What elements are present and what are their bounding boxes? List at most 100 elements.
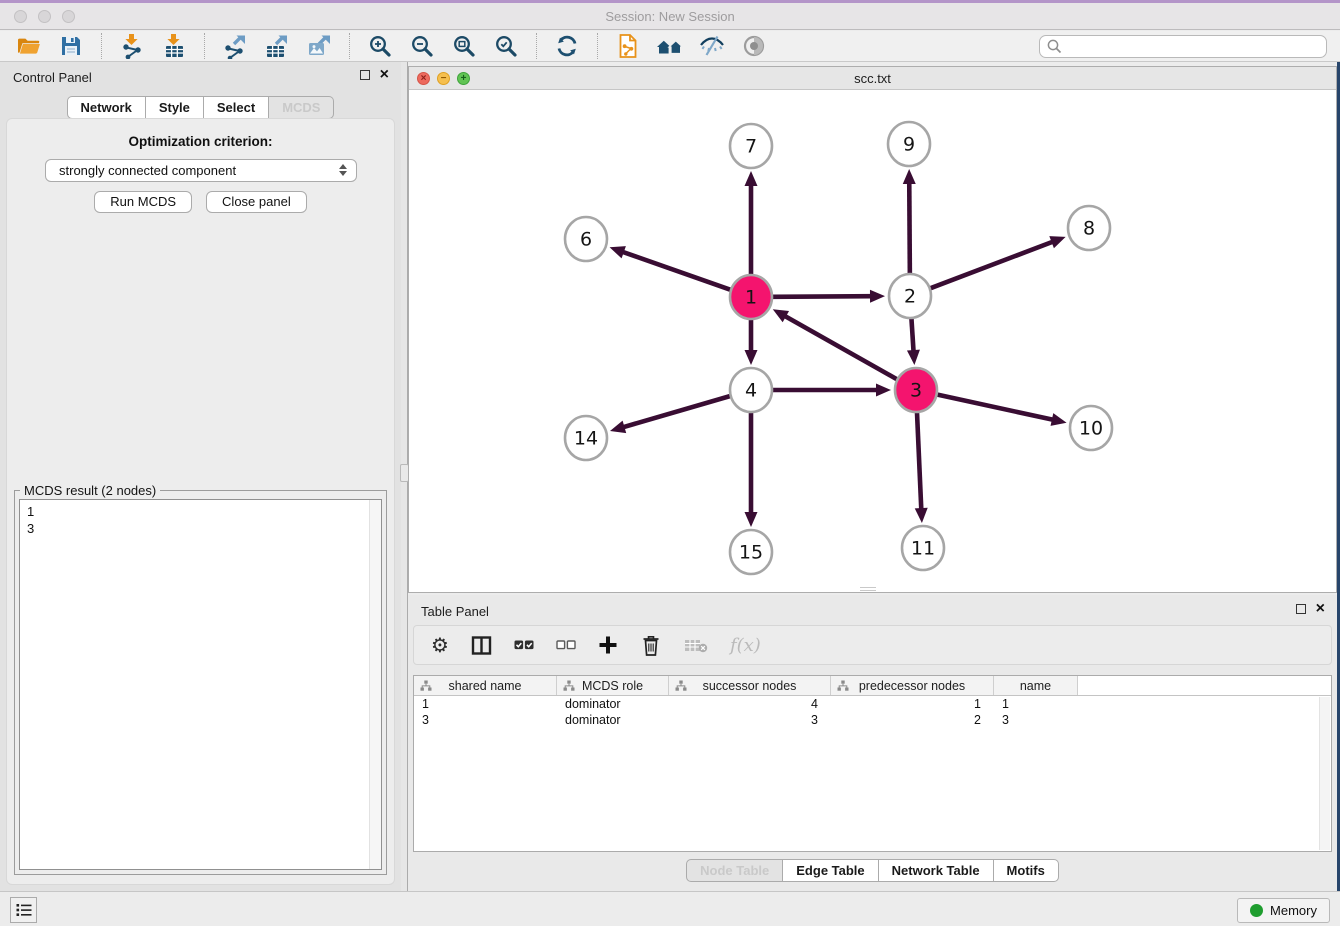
table-tabs: Node TableEdge TableNetwork TableMotifs <box>408 859 1337 882</box>
tab-network[interactable]: Network <box>67 96 146 119</box>
graph-edge-3-10[interactable] <box>937 395 1054 420</box>
open-session-button[interactable] <box>14 32 44 60</box>
toolbar-search-field[interactable] <box>1039 35 1327 58</box>
column-header-successor-nodes[interactable]: successor nodes <box>669 676 831 695</box>
open-folder-icon <box>16 33 42 59</box>
graph-node-1[interactable]: 1 <box>730 275 772 319</box>
task-history-button[interactable] <box>10 897 37 923</box>
node-label: 4 <box>745 380 757 402</box>
column-header-name[interactable]: name <box>994 676 1078 695</box>
graph-node-3[interactable]: 3 <box>895 368 937 412</box>
homes-icon <box>656 34 684 58</box>
delete-columns-button[interactable] <box>640 634 662 657</box>
tab-network-table[interactable]: Network Table <box>879 859 994 882</box>
tab-style[interactable]: Style <box>146 96 204 119</box>
vertical-splitter[interactable] <box>401 62 408 891</box>
zoom-in-button[interactable] <box>365 32 395 60</box>
column-header-shared-name[interactable]: shared name <box>414 676 557 695</box>
graph-node-9[interactable]: 9 <box>888 122 930 166</box>
run-mcds-button[interactable]: Run MCDS <box>94 191 192 213</box>
table-panel-float-icon[interactable] <box>1296 604 1306 614</box>
cell-successor-nodes[interactable]: 3 <box>669 712 831 728</box>
tab-select[interactable]: Select <box>204 96 269 119</box>
cell-MCDS-role[interactable]: dominator <box>557 696 669 712</box>
graph-node-4[interactable]: 4 <box>730 368 772 412</box>
import-table-button[interactable] <box>159 32 189 60</box>
node-label: 1 <box>745 287 757 309</box>
delete-table-button[interactable] <box>684 637 708 654</box>
graph-edge-1-6[interactable] <box>621 251 730 289</box>
criterion-dropdown[interactable]: strongly connected component <box>45 159 357 182</box>
memory-label: Memory <box>1270 903 1317 918</box>
hide-selected-button[interactable] <box>697 32 727 60</box>
add-column-button[interactable] <box>598 635 618 655</box>
close-panel-button[interactable]: Close panel <box>206 191 307 213</box>
import-network-button[interactable] <box>117 32 147 60</box>
graph-edge-4-14[interactable] <box>622 396 730 428</box>
show-columns-button[interactable] <box>471 635 492 656</box>
memory-button[interactable]: Memory <box>1237 898 1330 923</box>
zoom-fit-button[interactable] <box>449 32 479 60</box>
graph-node-15[interactable]: 15 <box>730 530 772 574</box>
canvas-resize-grip[interactable] <box>860 587 876 591</box>
graph-node-8[interactable]: 8 <box>1068 206 1110 250</box>
mcds-result-line: 1 <box>27 503 374 520</box>
column-header-MCDS-role[interactable]: MCDS role <box>557 676 669 695</box>
graph-edge-2-9[interactable] <box>909 181 910 274</box>
show-all-button[interactable] <box>739 32 769 60</box>
cell-shared-name[interactable]: 1 <box>414 696 557 712</box>
graph-node-6[interactable]: 6 <box>565 217 607 261</box>
tab-node-table[interactable]: Node Table <box>686 859 783 882</box>
graph-node-10[interactable]: 10 <box>1070 406 1112 450</box>
cell-name[interactable]: 1 <box>994 696 1078 712</box>
function-builder-button[interactable]: f(x) <box>730 635 761 656</box>
cell-shared-name[interactable]: 3 <box>414 712 557 728</box>
homes-button[interactable] <box>655 32 685 60</box>
tab-mcds[interactable]: MCDS <box>269 96 334 119</box>
zoom-out-button[interactable] <box>407 32 437 60</box>
column-header-predecessor-nodes[interactable]: predecessor nodes <box>831 676 994 695</box>
select-all-rows-button[interactable] <box>514 638 534 652</box>
new-network-from-selection-button[interactable] <box>613 32 643 60</box>
network-canvas[interactable]: 1 2 3 4 6 7 8 9 10 11 14 15 <box>409 90 1336 592</box>
tab-motifs[interactable]: Motifs <box>994 859 1059 882</box>
mcds-result-text[interactable]: 13 <box>19 499 382 870</box>
export-table-button[interactable] <box>262 32 292 60</box>
cell-predecessor-nodes[interactable]: 2 <box>831 712 994 728</box>
import-network-icon <box>119 33 145 59</box>
network-window-titlebar[interactable]: × − + scc.txt <box>409 67 1336 90</box>
table-panel-title: Table Panel <box>421 604 489 619</box>
table-row[interactable]: 1dominator411 <box>414 696 1331 712</box>
graph-edge-3-11[interactable] <box>917 412 921 511</box>
control-panel-close-icon[interactable]: × <box>380 69 389 81</box>
save-session-button[interactable] <box>56 32 86 60</box>
mcds-panel: Optimization criterion: strongly connect… <box>6 118 395 885</box>
cell-MCDS-role[interactable]: dominator <box>557 712 669 728</box>
result-scrollbar[interactable] <box>369 500 381 869</box>
graph-edge-1-2[interactable] <box>773 296 873 297</box>
tab-edge-table[interactable]: Edge Table <box>783 859 878 882</box>
search-input[interactable] <box>1063 37 1326 56</box>
control-panel-float-icon[interactable] <box>360 70 370 80</box>
graph-node-7[interactable]: 7 <box>730 124 772 168</box>
deselect-all-rows-button[interactable] <box>556 638 576 652</box>
network-window-title: scc.txt <box>409 71 1336 86</box>
graph-node-11[interactable]: 11 <box>902 526 944 570</box>
table-panel-close-icon[interactable]: × <box>1316 603 1325 615</box>
refresh-arrows-icon <box>554 33 580 59</box>
graph-edge-3-1[interactable] <box>783 315 897 379</box>
graph-node-2[interactable]: 2 <box>889 274 931 318</box>
export-image-button[interactable] <box>304 32 334 60</box>
cell-name[interactable]: 3 <box>994 712 1078 728</box>
cell-predecessor-nodes[interactable]: 1 <box>831 696 994 712</box>
table-row[interactable]: 3dominator323 <box>414 712 1331 728</box>
graph-node-14[interactable]: 14 <box>565 416 607 460</box>
cell-successor-nodes[interactable]: 4 <box>669 696 831 712</box>
graph-edge-2-3[interactable] <box>911 318 913 353</box>
table-scrollbar[interactable] <box>1319 697 1330 850</box>
apply-layout-button[interactable] <box>552 32 582 60</box>
zoom-selected-button[interactable] <box>491 32 521 60</box>
table-mode-gear-button[interactable]: ⚙ <box>431 635 449 655</box>
export-network-button[interactable] <box>220 32 250 60</box>
graph-edge-2-8[interactable] <box>931 241 1055 288</box>
